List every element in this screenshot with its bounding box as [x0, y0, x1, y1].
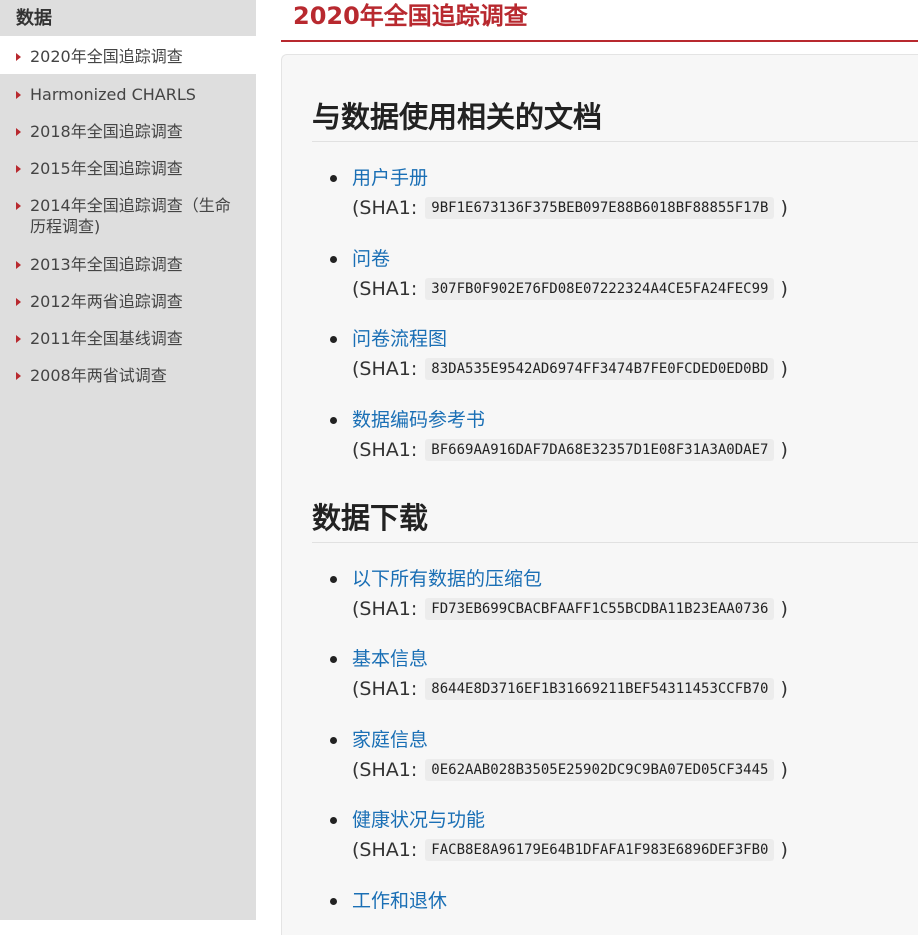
sha-line: (SHA1: 307FB0F902E76FD08E07222324A4CE5FA…	[352, 276, 788, 304]
sha-line: (SHA1: 9BF1E673136F375BEB097E88B6018BF88…	[352, 195, 788, 223]
sha-suffix: )	[780, 439, 788, 461]
doc-link-work-retirement[interactable]: 工作和退休	[352, 888, 447, 914]
sha-prefix: (SHA1:	[352, 197, 418, 219]
doc-link-questionnaire-flowchart[interactable]: 问卷流程图	[352, 326, 447, 352]
sha-hash: 0E62AAB028B3505E25902DC9C9BA07ED05CF3445	[425, 759, 775, 781]
sha-prefix: (SHA1:	[352, 278, 418, 300]
sidebar-item-2020[interactable]: 2020年全国追踪调查	[0, 36, 256, 74]
sha-hash: 307FB0F902E76FD08E07222324A4CE5FA24FEC99	[425, 278, 775, 300]
triangle-right-icon	[16, 298, 21, 306]
doc-link-basic-info[interactable]: 基本信息	[352, 646, 428, 672]
sidebar-item-2018[interactable]: 2018年全国追踪调查	[0, 121, 256, 142]
sha-suffix: )	[780, 839, 788, 861]
doc-link-health-status[interactable]: 健康状况与功能	[352, 807, 485, 833]
sidebar-item-2011[interactable]: 2011年全国基线调查	[0, 328, 256, 349]
sha-suffix: )	[780, 759, 788, 781]
sha-prefix: (SHA1:	[352, 598, 418, 620]
sidebar-item-2008[interactable]: 2008年两省试调查	[0, 365, 256, 386]
sha-line: (SHA1: FACB8E8A96179E64B1DFAFA1F983E6896…	[352, 837, 788, 865]
bullet-icon	[330, 175, 337, 182]
triangle-right-icon	[16, 91, 21, 99]
sha-line: (SHA1: 83DA535E9542AD6974FF3474B7FE0FCDE…	[352, 356, 788, 384]
sha-prefix: (SHA1:	[352, 839, 418, 861]
bullet-icon	[330, 656, 337, 663]
sha-suffix: )	[780, 598, 788, 620]
sidebar-item-label: 2014年全国追踪调查（生命历程调查)	[30, 196, 231, 236]
sha-line: (SHA1: FD73EB699CBACBFAAFF1C55BCDBA11B23…	[352, 596, 788, 624]
sidebar-item-2014[interactable]: 2014年全国追踪调查（生命历程调查)	[0, 195, 256, 237]
sha-prefix: (SHA1:	[352, 759, 418, 781]
sha-hash: 9BF1E673136F375BEB097E88B6018BF88855F17B	[425, 197, 775, 219]
sha-prefix: (SHA1:	[352, 358, 418, 380]
sha-line: (SHA1: BF669AA916DAF7DA68E32357D1E08F31A…	[352, 437, 788, 465]
sidebar-item-label: 2008年两省试调查	[30, 366, 167, 385]
triangle-right-icon	[16, 165, 21, 173]
bullet-icon	[330, 256, 337, 263]
page-title: 2020年全国追踪调查	[293, 2, 528, 30]
doc-link-user-manual[interactable]: 用户手册	[352, 165, 428, 191]
sidebar: 数据 2020年全国追踪调查 Harmonized CHARLS 2018年全国…	[0, 0, 256, 920]
bullet-icon	[330, 417, 337, 424]
sidebar-item-harmonized-charls[interactable]: Harmonized CHARLS	[0, 84, 256, 105]
sidebar-item-label: 2015年全国追踪调查	[30, 159, 183, 178]
sidebar-item-label: 2013年全国追踪调查	[30, 255, 183, 274]
bullet-icon	[330, 817, 337, 824]
sha-hash: FD73EB699CBACBFAAFF1C55BCDBA11B23EAA0736	[425, 598, 775, 620]
sidebar-heading: 数据	[16, 8, 52, 29]
sidebar-item-label: 2020年全国追踪调查	[30, 47, 183, 66]
sidebar-item-label: 2012年两省追踪调查	[30, 292, 183, 311]
bullet-icon	[330, 576, 337, 583]
sidebar-item-2012[interactable]: 2012年两省追踪调查	[0, 291, 256, 312]
section-divider	[312, 542, 918, 543]
doc-link-codebook[interactable]: 数据编码参考书	[352, 407, 485, 433]
triangle-right-icon	[16, 53, 21, 61]
section-divider	[312, 141, 918, 142]
sha-suffix: )	[780, 278, 788, 300]
bullet-icon	[330, 737, 337, 744]
triangle-right-icon	[16, 372, 21, 380]
sha-suffix: )	[780, 358, 788, 380]
doc-link-all-data-zip[interactable]: 以下所有数据的压缩包	[352, 566, 542, 592]
triangle-right-icon	[16, 202, 21, 210]
doc-link-questionnaire[interactable]: 问卷	[352, 246, 390, 272]
sidebar-item-2015[interactable]: 2015年全国追踪调查	[0, 158, 256, 179]
triangle-right-icon	[16, 335, 21, 343]
sha-hash: 83DA535E9542AD6974FF3474B7FE0FCDED0ED0BD	[425, 358, 775, 380]
sidebar-item-2013[interactable]: 2013年全国追踪调查	[0, 254, 256, 275]
sha-hash: FACB8E8A96179E64B1DFAFA1F983E6896DEF3FB0	[425, 839, 775, 861]
triangle-right-icon	[16, 261, 21, 269]
bullet-icon	[330, 898, 337, 905]
title-divider	[281, 40, 918, 42]
sidebar-item-label: 2018年全国追踪调查	[30, 122, 183, 141]
triangle-right-icon	[16, 128, 21, 136]
section-heading-documents: 与数据使用相关的文档	[312, 100, 603, 134]
sha-hash: BF669AA916DAF7DA68E32357D1E08F31A3A0DAE7	[425, 439, 775, 461]
sha-line: (SHA1: 0E62AAB028B3505E25902DC9C9BA07ED0…	[352, 757, 788, 785]
bullet-icon	[330, 336, 337, 343]
doc-link-family-info[interactable]: 家庭信息	[352, 727, 428, 753]
sha-prefix: (SHA1:	[352, 439, 418, 461]
sha-prefix: (SHA1:	[352, 678, 418, 700]
section-heading-data-download: 数据下载	[312, 501, 429, 535]
sidebar-item-label: 2011年全国基线调查	[30, 329, 183, 348]
sha-hash: 8644E8D3716EF1B31669211BEF54311453CCFB70	[425, 678, 775, 700]
sidebar-item-label: Harmonized CHARLS	[30, 85, 196, 104]
sha-line: (SHA1: 8644E8D3716EF1B31669211BEF5431145…	[352, 676, 788, 704]
sha-suffix: )	[780, 678, 788, 700]
sha-suffix: )	[780, 197, 788, 219]
